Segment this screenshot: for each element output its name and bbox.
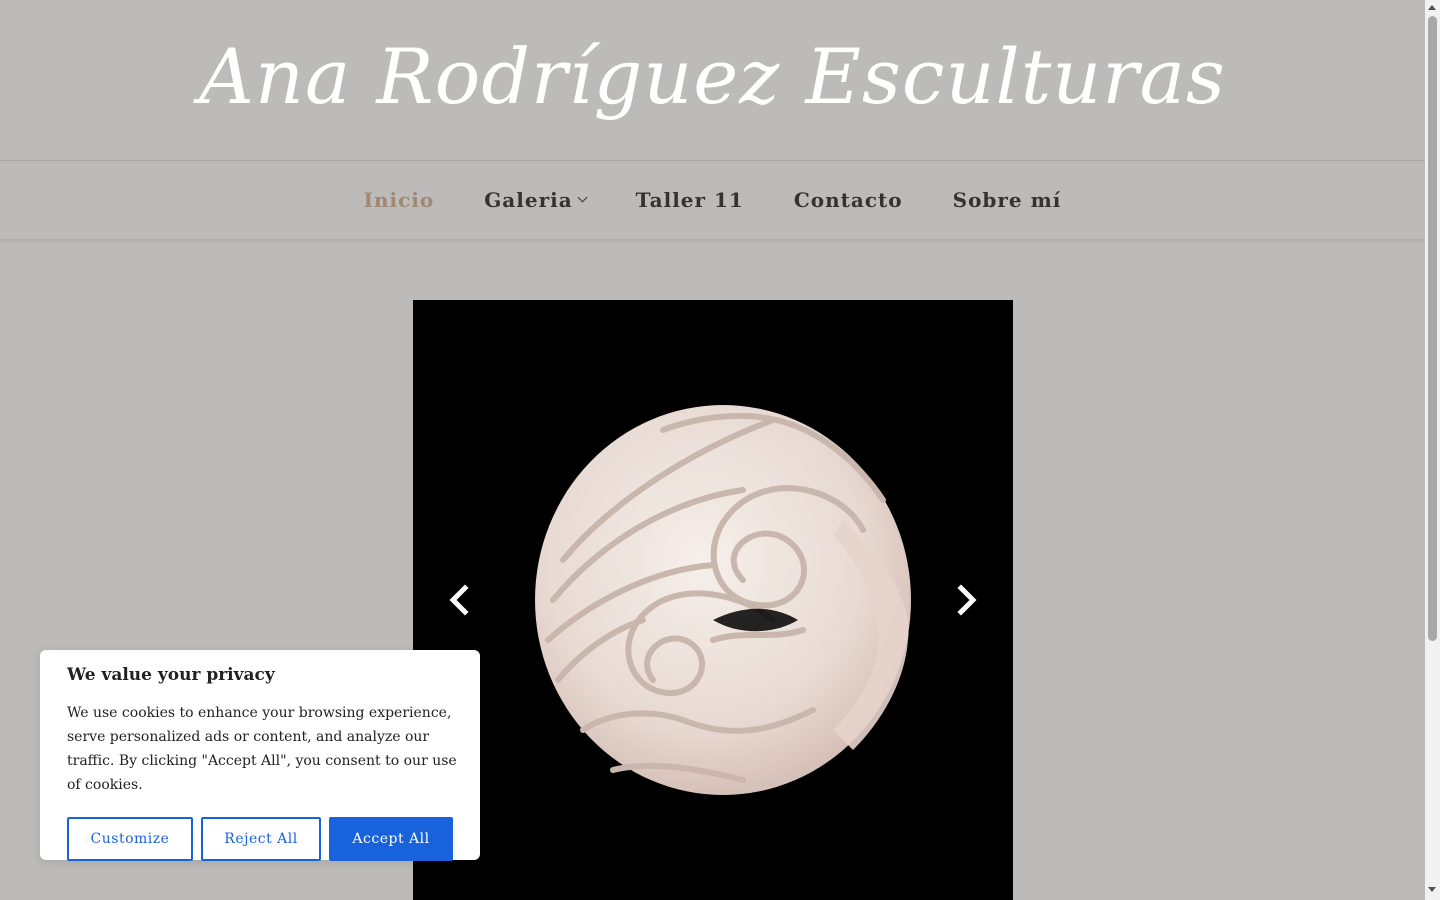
- nav-item-contacto[interactable]: Contacto: [794, 188, 903, 212]
- slider-next-button[interactable]: [949, 582, 985, 618]
- chevron-right-icon: [957, 584, 977, 616]
- nav-item-sobre-mi[interactable]: Sobre mí: [953, 188, 1062, 212]
- scrollbar-thumb[interactable]: [1428, 16, 1437, 641]
- nav-item-taller-11[interactable]: Taller 11: [636, 188, 744, 212]
- scroll-up-arrow-icon[interactable]: [1428, 5, 1436, 10]
- site-title[interactable]: Ana Rodríguez Esculturas: [199, 32, 1226, 121]
- chevron-down-icon: [577, 192, 588, 203]
- nav-item-label: Inicio: [363, 188, 435, 212]
- customize-button[interactable]: Customize: [67, 817, 193, 861]
- reject-all-button[interactable]: Reject All: [201, 817, 321, 861]
- cookie-title: We value your privacy: [67, 665, 275, 685]
- cookie-buttons: Customize Reject All Accept All: [67, 817, 453, 861]
- main-navigation: Inicio Galeria Taller 11 Contacto Sobre …: [0, 160, 1425, 239]
- nav-item-label: Galeria: [484, 188, 573, 212]
- image-slider: [413, 300, 1013, 900]
- site-header: Ana Rodríguez Esculturas: [0, 0, 1425, 160]
- scroll-down-arrow-icon[interactable]: [1428, 887, 1436, 892]
- nav-item-label: Sobre mí: [952, 188, 1062, 212]
- nav-item-label: Taller 11: [635, 188, 744, 212]
- nav-item-galeria[interactable]: Galeria: [484, 188, 588, 212]
- slider-prev-button[interactable]: [441, 582, 477, 618]
- chevron-left-icon: [449, 584, 469, 616]
- cookie-description: We use cookies to enhance your browsing …: [67, 705, 457, 793]
- nav-item-inicio[interactable]: Inicio: [364, 188, 435, 212]
- slide-image-sculpture: [413, 300, 1013, 900]
- nav-item-label: Contacto: [793, 188, 903, 212]
- vertical-scrollbar[interactable]: [1425, 0, 1440, 900]
- accept-all-button[interactable]: Accept All: [329, 817, 453, 861]
- cookie-consent-banner: We value your privacy We use cookies to …: [40, 650, 480, 861]
- page: Ana Rodríguez Esculturas Inicio Galeria …: [0, 0, 1425, 900]
